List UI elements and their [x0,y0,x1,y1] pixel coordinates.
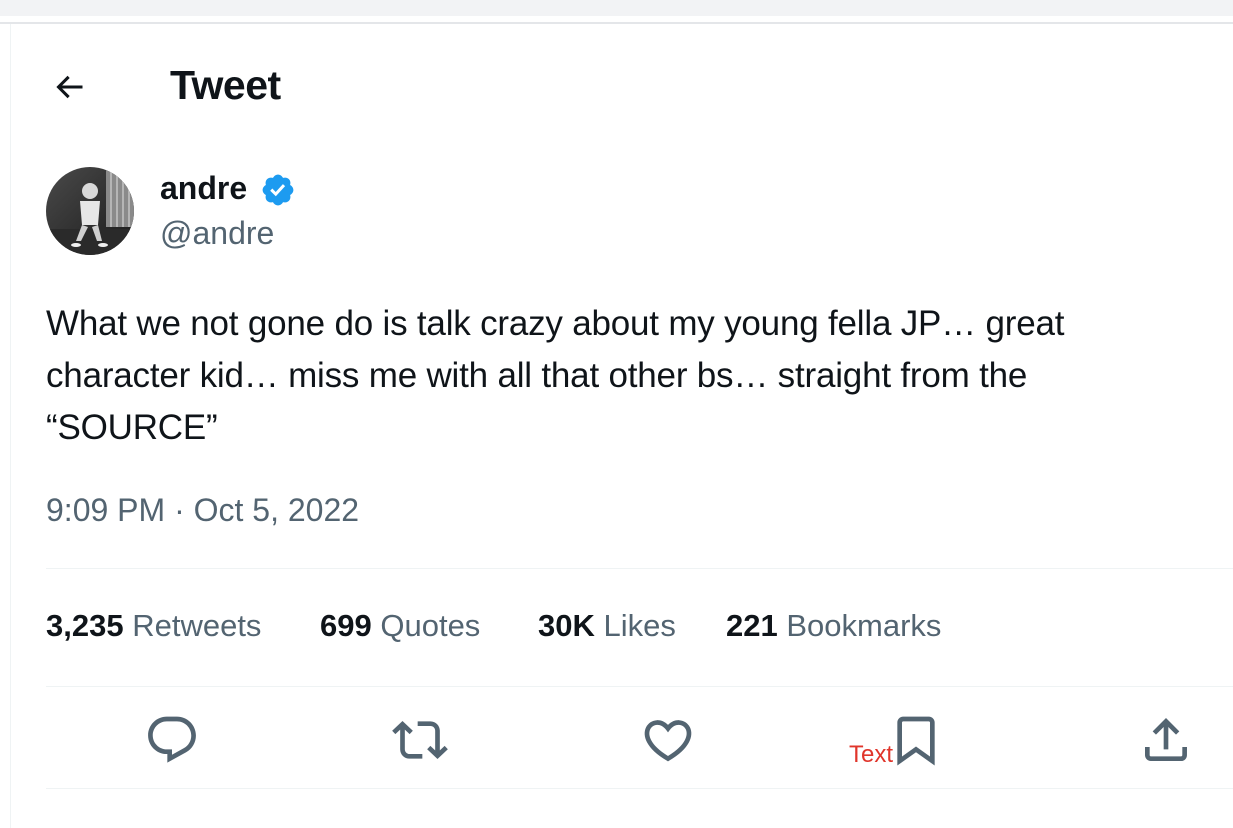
stat-count: 3,235 [46,608,124,643]
author-handle[interactable]: @andre [160,215,274,252]
browser-top-strip [0,0,1233,16]
tweet-text-line: character kid… miss me with all that oth… [46,356,1028,395]
tweet-timestamp[interactable]: 9:09 PM · Oct 5, 2022 [46,492,359,529]
stat-bookmarks[interactable]: 221 Bookmarks [726,608,941,644]
divider [46,788,1233,789]
stat-label: Retweets [132,608,262,643]
tweet-text-line: “SOURCE” [46,408,218,447]
share-icon [1145,718,1187,761]
tweet-text-line: What we not gone do is talk crazy about … [46,304,1065,343]
author-name[interactable]: andre [160,170,247,207]
bookmark-button[interactable] [888,712,944,768]
bookmark-icon [897,716,935,766]
stat-likes[interactable]: 30K Likes [538,608,676,644]
retweet-button[interactable] [392,712,448,768]
stat-label: Likes [603,608,676,643]
stat-label: Quotes [380,608,481,643]
avatar[interactable] [46,167,134,255]
reply-icon [148,716,196,763]
column-left-border [10,24,11,828]
stat-label: Bookmarks [786,608,942,643]
tweet-text: What we not gone do is talk crazy about … [46,298,1176,454]
stat-count: 699 [320,608,372,643]
browser-divider [0,22,1233,24]
like-button[interactable] [640,712,696,768]
back-button[interactable] [44,62,94,112]
share-button[interactable] [1138,712,1194,768]
annotation-text: Text [849,741,894,768]
page-header: Tweet [0,50,1233,120]
divider [46,686,1233,687]
stat-quotes[interactable]: 699 Quotes [320,608,480,644]
heart-icon [644,720,692,762]
stat-count: 30K [538,608,595,643]
arrow-left-icon [56,75,83,99]
stat-count: 221 [726,608,778,643]
reply-button[interactable] [144,712,200,768]
divider [46,568,1233,569]
stat-retweets[interactable]: 3,235 Retweets [46,608,261,644]
page-title: Tweet [170,62,281,108]
retweet-icon [392,721,448,759]
verified-badge-icon [262,174,294,206]
